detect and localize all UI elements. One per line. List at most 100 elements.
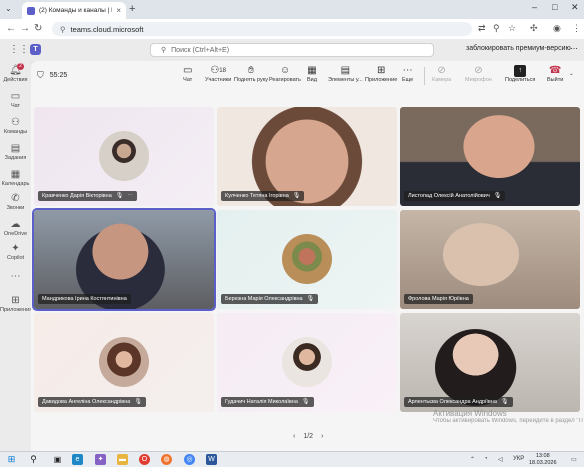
elements-button[interactable]: ▤ Элементы у... [328,65,363,83]
rail-label: Календарь [1,181,30,187]
rail-item-onedrive[interactable]: ☁ OneDrive [0,219,31,237]
firefox-icon[interactable]: ◍ [161,454,172,465]
rail-item-calendar[interactable]: ▦ Календарь [0,169,31,187]
search-placeholder: Поиск (Ctrl+Alt+E) [171,46,230,54]
chrome-icon[interactable]: ◎ [184,454,195,465]
participant-name: Кулченко Тетяна Ігорівна [225,193,289,199]
windows-taskbar: ⊞ ⚲ ▣ e ✦ ▬ O ◍ ◎ W ⌃ ◔ ◁ УКР 13:08 18.0… [0,451,584,467]
address-bar[interactable]: ⚲ teams.cloud.microsoft [52,22,472,36]
participant-tile-active[interactable]: Мандрикова Ірина Костянтинівна [32,208,216,311]
mic-muted-icon: 🎙︎ [292,193,301,199]
volume-icon[interactable]: ◁ [498,456,503,463]
prev-page-icon[interactable]: ‹ [293,433,295,440]
taskbar-clock[interactable]: 13:08 18.03.2026 [529,453,557,467]
participant-tile[interactable]: Арлентьєва Олександра Андріївна 🎙︎ [400,313,580,412]
zoom-icon[interactable]: ⚲ [493,23,500,34]
browser-menu-icon[interactable]: ⋮ [572,23,581,34]
participant-avatar [99,131,149,181]
participant-name: Арлентьєва Олександра Андріївна [408,399,497,405]
search-input[interactable]: ⚲ Поиск (Ctrl+Alt+E) [150,43,434,57]
close-window-icon[interactable]: ✕ [571,2,579,13]
network-icon[interactable]: ◔ [484,456,488,462]
participants-button[interactable]: ⚇18 Участники [205,65,231,83]
left-rail: 🔔︎ 2 Действия ▭ Чат ⚇ Команды ▤ Задания … [0,61,33,451]
participant-name: Березна Марія Олександрівна [225,296,303,302]
bookmark-star-icon[interactable]: ☆ [508,23,516,34]
participant-tile[interactable]: Гудачич Наталія Миколаївна 🎙︎ [217,313,397,412]
site-info-icon[interactable]: ⚲ [60,25,66,34]
hangup-icon: ☎ [548,65,562,76]
participant-tile[interactable]: Кулченко Тетяна Ігорівна 🎙︎ [217,107,397,206]
profile-icon[interactable]: ◉ [553,23,561,34]
apps-button[interactable]: ⊞ Приложение [365,65,397,83]
participant-tile[interactable]: Фролова Марія Юріївна [400,210,580,309]
rail-item-copilot[interactable]: ✦ Copilot [0,243,31,261]
people-icon: ⚇18 [210,65,226,76]
browser-toolbar: ← → ↻ ⚲ teams.cloud.microsoft ⇄ ⚲ ☆ ✣ ◉ … [0,19,584,39]
gallery-pager: ‹ 1/2 › [293,433,323,440]
participant-tile[interactable]: Давидова Ангеліна Олександрівна 🎙︎ [34,313,214,412]
rail-label: Приложения [0,307,33,313]
tab-search-icon[interactable]: ⌄ [5,4,12,13]
rail-item-teams[interactable]: ⚇ Команды [0,117,31,135]
shield-icon: ⛉ [37,70,44,80]
translate-icon[interactable]: ⇄ [478,23,486,34]
participant-tile[interactable]: Кравченко Дарія Вікторівна 🎙︎ ⋯ [34,107,214,206]
copilot-icon[interactable]: ✦ [95,454,106,465]
settings-more-icon[interactable]: ⋯ [570,44,578,53]
tray-chevron-icon[interactable]: ⌃ [470,456,475,463]
browser-tab-teams[interactable]: (2) Команды и каналы | B... × [22,2,126,19]
opera-icon[interactable]: O [139,454,150,465]
more-dots-icon: ⋯ [402,65,413,76]
participant-name: Гудачич Наталія Миколаївна [225,399,298,405]
mic-muted-icon: 🎙︎ [493,193,502,199]
rail-item-chat[interactable]: ▭ Чат [0,91,31,109]
calendar-icon: ▦ [10,169,21,180]
mic-button[interactable]: ⊘ Микрофон [465,65,492,83]
control-label: Поднять руку [234,77,268,83]
share-button[interactable]: ↑ Поделиться [505,65,535,83]
forward-icon[interactable]: → [20,23,30,34]
control-label: Участники [205,77,232,83]
word-icon[interactable]: W [206,454,217,465]
rail-item-assignments[interactable]: ▤ Задания [0,143,31,161]
rail-item-activity[interactable]: 🔔︎ 2 Действия [0,63,31,83]
view-button[interactable]: ▦ Вид [307,65,317,83]
clock-time: 13:08 [535,453,550,459]
maximize-icon[interactable]: □ [552,2,557,12]
leave-dropdown-icon[interactable]: ⌄ [569,71,574,77]
leave-button[interactable]: ☎ Выйти [547,65,563,83]
rail-more[interactable]: ⋯ [0,271,31,283]
rail-item-apps[interactable]: ⊞ Приложения [0,295,33,313]
edge-icon[interactable]: e [72,454,83,465]
minimize-icon[interactable]: – [532,2,537,12]
more-dots-icon: ⋯ [10,271,21,282]
camera-button[interactable]: ⊘ Камера [432,65,451,83]
participant-tile[interactable]: Березна Марія Олександрівна 🎙︎ [217,210,397,309]
reload-icon[interactable]: ↻ [34,23,42,34]
add-app-icon: ⊞ [376,65,386,76]
react-button[interactable]: ☺ Реагировать [269,65,301,83]
close-tab-icon[interactable]: × [116,6,121,15]
chat-button[interactable]: ▭ Чат [183,65,192,83]
search-icon[interactable]: ⚲ [28,454,39,465]
more-dots-icon[interactable]: ⋯ [127,191,133,201]
control-label: Еще [402,77,414,83]
chat-icon: ▭ [183,65,193,76]
file-explorer-icon[interactable]: ▬ [117,454,128,465]
extensions-icon[interactable]: ✣ [530,23,538,34]
rail-item-calls[interactable]: ✆ Звонки [0,193,31,211]
premium-banner[interactable]: заблокировать премиум-версию [466,45,571,52]
task-view-icon[interactable]: ▣ [52,454,63,465]
windows-start-icon[interactable]: ⊞ [6,454,17,465]
camera-off-icon: ⊘ [437,65,446,76]
raise-hand-button[interactable]: ✋︎ Поднять руку [234,65,268,83]
rail-label: Команды [3,129,28,135]
new-tab-icon[interactable]: + [129,3,135,15]
input-language[interactable]: УКР [513,456,524,462]
participant-tile[interactable]: Листопад Олексій Анатолійович 🎙︎ [400,107,580,206]
next-page-icon[interactable]: › [321,433,323,440]
back-icon[interactable]: ← [6,23,16,34]
more-button[interactable]: ⋯ Еще [402,65,413,83]
notifications-icon[interactable]: ▭ [571,456,577,463]
